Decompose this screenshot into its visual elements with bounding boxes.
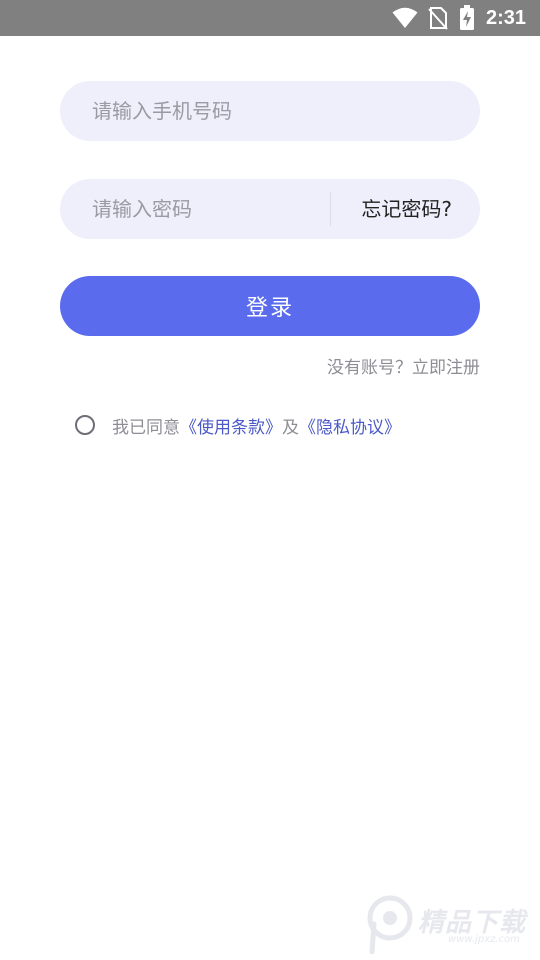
- no-sim-icon: [428, 7, 448, 30]
- forgot-password-link[interactable]: 忘记密码?: [361, 179, 452, 239]
- status-bar: 2:31: [0, 0, 540, 36]
- field-divider: [330, 192, 331, 226]
- watermark-p-icon: [367, 895, 413, 954]
- watermark-logo: 精品下载 www.jpxz.com: [364, 892, 534, 956]
- agreement-prefix: 我已同意: [112, 417, 180, 438]
- agreement-row: 我已同意 《使用条款》 及 《隐私协议》: [75, 412, 401, 438]
- wifi-icon: [392, 7, 418, 28]
- password-input[interactable]: [92, 179, 322, 239]
- status-time: 2:31: [485, 7, 526, 29]
- terms-link[interactable]: 《使用条款》: [180, 413, 282, 438]
- battery-charging-icon: [460, 5, 474, 30]
- privacy-link[interactable]: 《隐私协议》: [299, 413, 401, 438]
- agree-radio[interactable]: [75, 415, 95, 435]
- password-field[interactable]: 忘记密码?: [60, 179, 480, 239]
- login-button[interactable]: 登录: [60, 276, 480, 336]
- watermark-url: www.jpxz.com: [448, 934, 520, 945]
- phone-input[interactable]: [92, 81, 452, 141]
- register-link[interactable]: 没有账号？立即注册: [327, 353, 480, 378]
- agreement-conjunction: 及: [282, 417, 299, 438]
- phone-field[interactable]: [60, 81, 480, 141]
